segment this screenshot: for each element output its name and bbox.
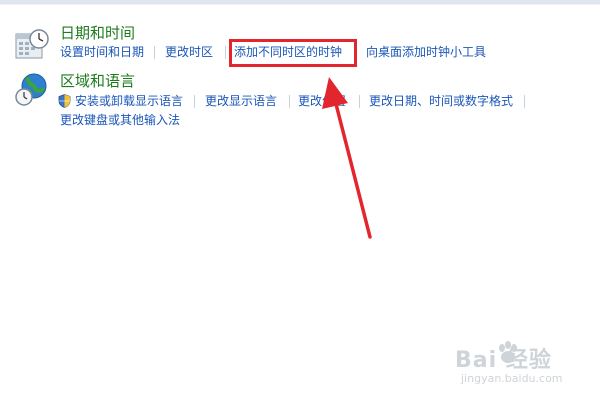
baidu-jingyan-watermark: Bai 经验 jingyan.baidu.com — [455, 338, 585, 390]
watermark-brand: Bai 经验 — [455, 348, 552, 373]
watermark-url: jingyan.baidu.com — [461, 372, 563, 385]
